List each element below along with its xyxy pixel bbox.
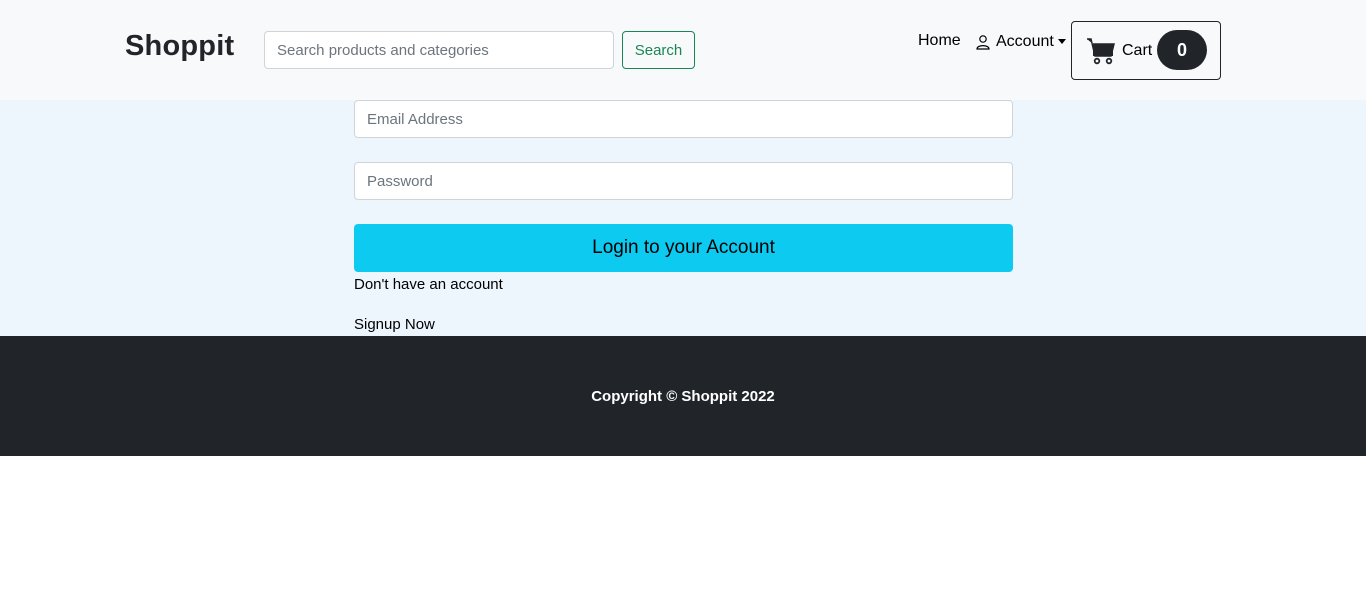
footer: Copyright © Shoppit 2022 xyxy=(0,336,1366,456)
brand-logo[interactable]: Shoppit xyxy=(125,30,234,63)
signup-link[interactable]: Signup Now xyxy=(354,316,435,333)
chevron-down-icon xyxy=(1057,38,1066,44)
nav-home-link[interactable]: Home xyxy=(918,32,961,50)
search-button[interactable]: Search xyxy=(622,31,695,69)
account-label: Account xyxy=(996,33,1054,50)
cart-count-badge: 0 xyxy=(1157,30,1207,70)
user-icon xyxy=(976,34,990,50)
login-section: Login to your Account Don't have an acco… xyxy=(0,100,1366,336)
navbar: Shoppit Search Home Account Cart 0 xyxy=(0,0,1366,100)
cart-button[interactable]: Cart 0 xyxy=(1071,21,1221,80)
copyright-text: Copyright © Shoppit 2022 xyxy=(591,387,775,405)
email-field[interactable] xyxy=(354,100,1013,138)
password-field[interactable] xyxy=(354,162,1013,200)
no-account-text: Don't have an account xyxy=(354,276,503,293)
search-input[interactable] xyxy=(264,31,614,69)
cart-label: Cart xyxy=(1122,41,1153,59)
shopping-cart-icon xyxy=(1086,36,1116,66)
account-dropdown[interactable]: Account xyxy=(976,33,1066,51)
login-button[interactable]: Login to your Account xyxy=(354,224,1013,272)
